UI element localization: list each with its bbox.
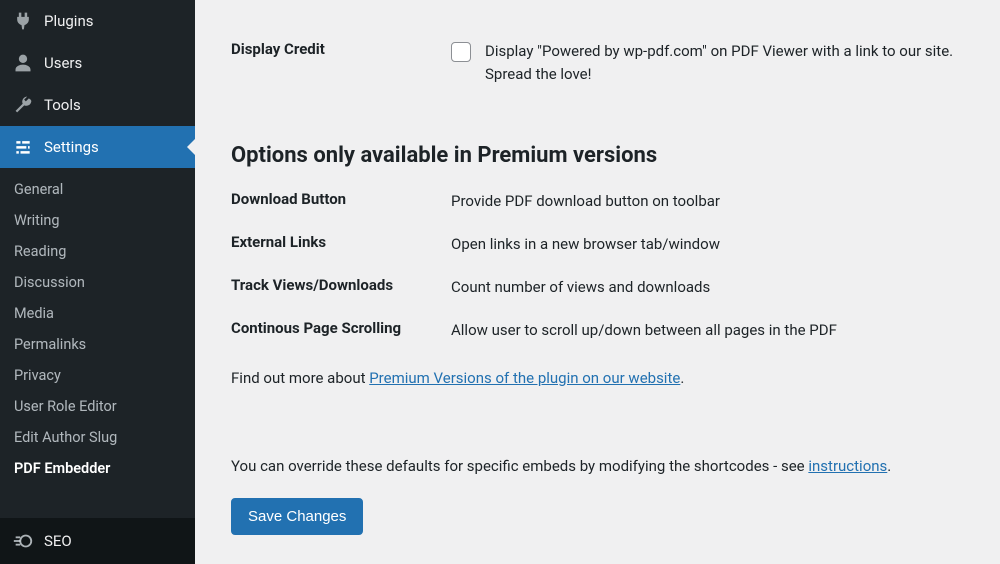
premium-row-desc: Count number of views and downloads: [451, 266, 960, 309]
sub-item-privacy[interactable]: Privacy: [0, 360, 195, 391]
premium-row-label: Continous Page Scrolling: [231, 309, 451, 352]
seo-icon: [12, 530, 34, 552]
premium-row-desc: Provide PDF download button on toolbar: [451, 180, 960, 223]
sub-item-permalinks[interactable]: Permalinks: [0, 329, 195, 360]
instructions-link[interactable]: instructions: [808, 457, 887, 475]
settings-submenu: General Writing Reading Discussion Media…: [0, 168, 195, 494]
display-credit-description: Display "Powered by wp-pdf.com" on PDF V…: [485, 40, 960, 87]
sub-item-edit-author-slug[interactable]: Edit Author Slug: [0, 422, 195, 453]
premium-section-heading: Options only available in Premium versio…: [231, 143, 960, 168]
display-credit-label: Display Credit: [231, 28, 451, 99]
menu-item-settings[interactable]: Settings: [0, 126, 195, 168]
sub-item-media[interactable]: Media: [0, 298, 195, 329]
premium-row-label: Download Button: [231, 180, 451, 223]
settings-content: Display Credit Display "Powered by wp-pd…: [195, 0, 1000, 564]
admin-sidebar: Plugins Users Tools Settings General Wri…: [0, 0, 195, 564]
settings-table: Display Credit Display "Powered by wp-pd…: [231, 28, 960, 99]
find-out-note: Find out more about Premium Versions of …: [231, 367, 960, 390]
premium-row-desc: Open links in a new browser tab/window: [451, 223, 960, 266]
menu-item-plugins[interactable]: Plugins: [0, 0, 195, 42]
sub-item-writing[interactable]: Writing: [0, 205, 195, 236]
menu-label: Settings: [44, 138, 99, 156]
premium-row-desc: Allow user to scroll up/down between all…: [451, 309, 960, 352]
sub-item-discussion[interactable]: Discussion: [0, 267, 195, 298]
sub-item-general[interactable]: General: [0, 174, 195, 205]
premium-row-label: External Links: [231, 223, 451, 266]
menu-item-seo[interactable]: SEO: [0, 518, 195, 564]
sliders-icon: [12, 136, 34, 158]
menu-label: Tools: [44, 96, 81, 114]
premium-versions-link[interactable]: Premium Versions of the plugin on our we…: [369, 369, 680, 387]
sub-item-pdf-embedder[interactable]: PDF Embedder: [0, 453, 195, 484]
premium-table: Download Button Provide PDF download but…: [231, 180, 960, 353]
display-credit-checkbox[interactable]: [451, 42, 471, 62]
menu-label: SEO: [44, 532, 72, 550]
menu-item-users[interactable]: Users: [0, 42, 195, 84]
sub-item-user-role-editor[interactable]: User Role Editor: [0, 391, 195, 422]
override-note: You can override these defaults for spec…: [231, 455, 960, 478]
plug-icon: [12, 10, 34, 32]
premium-row-label: Track Views/Downloads: [231, 266, 451, 309]
menu-label: Users: [44, 54, 82, 72]
save-changes-button[interactable]: Save Changes: [231, 498, 363, 535]
menu-item-tools[interactable]: Tools: [0, 84, 195, 126]
wrench-icon: [12, 94, 34, 116]
menu-label: Plugins: [44, 12, 93, 30]
sub-item-reading[interactable]: Reading: [0, 236, 195, 267]
user-icon: [12, 52, 34, 74]
